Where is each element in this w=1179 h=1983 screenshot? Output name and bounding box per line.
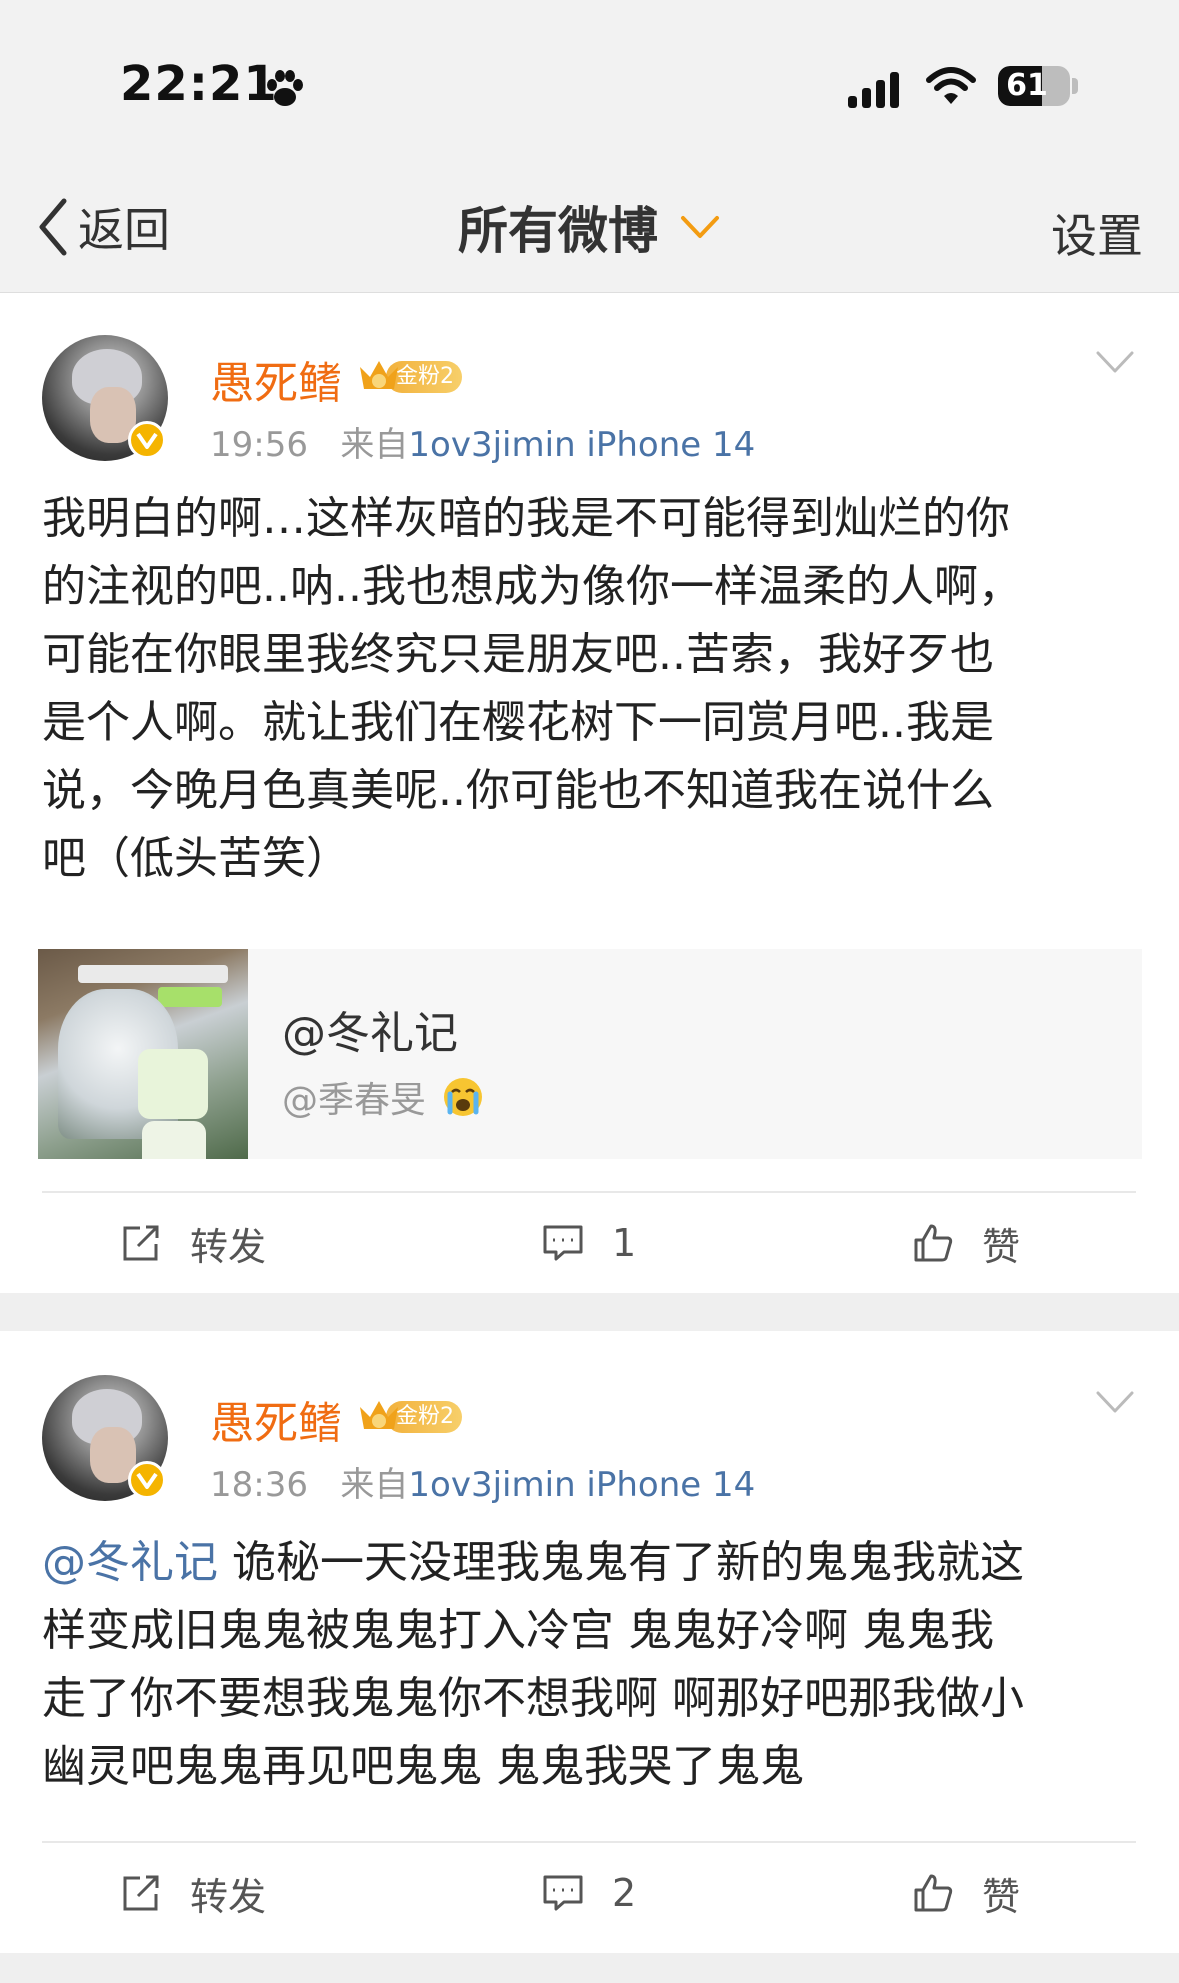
repost-card[interactable]: @冬礼记 @季春旻 <box>38 949 1142 1159</box>
source-prefix: 来自 <box>340 1465 409 1505</box>
post-text: @冬礼记 诡秘一天没理我鬼鬼有了新的鬼鬼我就这 样变成旧鬼鬼被鬼鬼打入冷宫 鬼鬼… <box>42 1529 1142 1801</box>
battery-indicator: 61 <box>998 66 1070 106</box>
verified-icon <box>128 421 166 459</box>
crown-icon <box>360 361 398 389</box>
top-bar: 22:21 61 返回 所有微博 设置 <box>0 0 1179 293</box>
post-time: 19:56 <box>210 425 308 465</box>
post-source[interactable]: 1ov3jimin iPhone 14 <box>408 425 755 465</box>
battery-cap <box>1072 78 1078 94</box>
like-label: 赞 <box>982 1874 1021 1919</box>
forward-icon <box>123 1225 159 1261</box>
post-time: 18:36 <box>210 1465 308 1505</box>
like-label: 赞 <box>982 1224 1021 1269</box>
repost-sub: @季春旻 <box>282 1071 484 1123</box>
chevron-down-icon <box>681 216 719 238</box>
forward-button[interactable]: 转发 <box>120 1193 266 1293</box>
comment-icon <box>543 1225 583 1261</box>
repost-name: @冬礼记 <box>282 1008 458 1059</box>
action-bar: 转发 1 赞 <box>0 1193 1179 1293</box>
verified-icon <box>128 1461 166 1499</box>
comment-count: 2 <box>612 1871 637 1915</box>
fan-badge[interactable]: 金粉2 <box>356 355 466 399</box>
forward-label: 转发 <box>190 1874 267 1919</box>
post-text: 我明白的啊…这样灰暗的我是不可能得到灿烂的你 的注视的吧..呐..我也想成为像你… <box>42 493 1022 884</box>
source-prefix: 来自 <box>340 425 409 465</box>
like-button[interactable]: 赞 <box>912 1843 1020 1943</box>
comment-count: 1 <box>612 1221 637 1265</box>
crying-emoji-icon <box>444 1078 483 1116</box>
settings-button[interactable]: 设置 <box>1051 200 1143 266</box>
post-card: 愚死鳍 金粉2 19:56 来自1ov3jimin iPhone 14 我明白的… <box>0 293 1179 1293</box>
battery-level: 61 <box>1006 68 1048 103</box>
fan-badge[interactable]: 金粉2 <box>356 1395 466 1439</box>
forward-button[interactable]: 转发 <box>120 1843 266 1943</box>
action-bar: 转发 2 赞 <box>0 1843 1179 1943</box>
like-icon <box>914 1874 953 1912</box>
forward-label: 转发 <box>190 1224 267 1269</box>
comment-button[interactable]: 1 <box>542 1193 636 1293</box>
post-card: 愚死鳍 金粉2 18:36 来自1ov3jimin iPhone 14 @冬礼记… <box>0 1331 1179 1953</box>
like-icon <box>914 1224 953 1262</box>
status-time: 22:21 <box>120 56 278 112</box>
repost-thumbnail <box>38 949 248 1159</box>
chevron-left-icon <box>39 198 67 256</box>
page-title: 所有微博 <box>458 202 658 260</box>
avatar[interactable] <box>42 335 168 461</box>
filter-dropdown[interactable]: 所有微博 <box>458 192 720 262</box>
post-meta: 18:36 来自1ov3jimin iPhone 14 <box>210 1457 755 1506</box>
chevron-down-icon[interactable] <box>1095 349 1135 375</box>
post-source[interactable]: 1ov3jimin iPhone 14 <box>408 1465 755 1505</box>
comment-icon <box>543 1875 583 1911</box>
back-label: 返回 <box>78 203 170 257</box>
repost-sub-label: @季春旻 <box>282 1080 427 1121</box>
paw-icon <box>267 70 303 106</box>
forward-icon <box>123 1875 159 1911</box>
wifi-icon <box>926 67 976 104</box>
chevron-down-icon[interactable] <box>1095 1389 1135 1415</box>
crown-icon <box>360 1401 398 1429</box>
username[interactable]: 愚死鳍 <box>210 347 342 411</box>
signal-icon <box>848 72 899 108</box>
post-meta: 19:56 来自1ov3jimin iPhone 14 <box>210 417 755 466</box>
comment-button[interactable]: 2 <box>542 1843 636 1943</box>
back-button[interactable]: 返回 <box>36 192 170 262</box>
username[interactable]: 愚死鳍 <box>210 1387 342 1451</box>
like-button[interactable]: 赞 <box>912 1193 1020 1293</box>
mention-link[interactable]: @冬礼记 <box>42 1537 218 1588</box>
avatar[interactable] <box>42 1375 168 1501</box>
